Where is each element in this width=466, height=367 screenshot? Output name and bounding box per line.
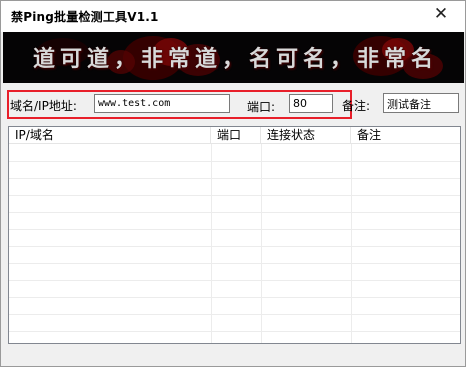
close-icon[interactable]: ✕ [417,1,465,29]
banner-text: 道可道，非常道，名可名，非常名 [33,46,439,72]
grid-line [9,229,460,230]
app-window: 禁Ping批量检测工具V1.1 ✕ 道可道，非常道，名可名，非常名 域名/IP地… [0,0,466,367]
address-label: 域名/IP地址: [10,99,77,113]
grid-line [9,246,460,247]
window-title: 禁Ping批量检测工具V1.1 [11,10,159,24]
grid-line [9,314,460,315]
column-header-status[interactable]: 连接状态 [261,127,351,144]
grid-line [9,297,460,298]
port-label: 端口: [247,100,276,114]
grid-line [9,331,460,332]
column-header-port[interactable]: 端口 [211,127,261,144]
grid-line [9,161,460,162]
grid-line [9,280,460,281]
grid-line [9,263,460,264]
list-header: IP/域名 端口 连接状态 备注 [9,127,460,144]
column-header-ip[interactable]: IP/域名 [9,127,211,144]
note-label: 备注: [342,99,371,113]
banner-image: 道可道，非常道，名可名，非常名 [3,32,464,83]
result-list[interactable]: IP/域名 端口 连接状态 备注 [8,126,461,344]
port-input[interactable]: 80 [289,94,333,113]
title-bar[interactable]: 禁Ping批量检测工具V1.1 ✕ [1,1,465,32]
address-input[interactable]: www.test.com [94,94,230,113]
grid-line [9,212,460,213]
column-header-note[interactable]: 备注 [351,127,460,144]
grid-line [9,195,460,196]
note-input[interactable]: 测试备注 [383,93,459,113]
grid-line [9,178,460,179]
